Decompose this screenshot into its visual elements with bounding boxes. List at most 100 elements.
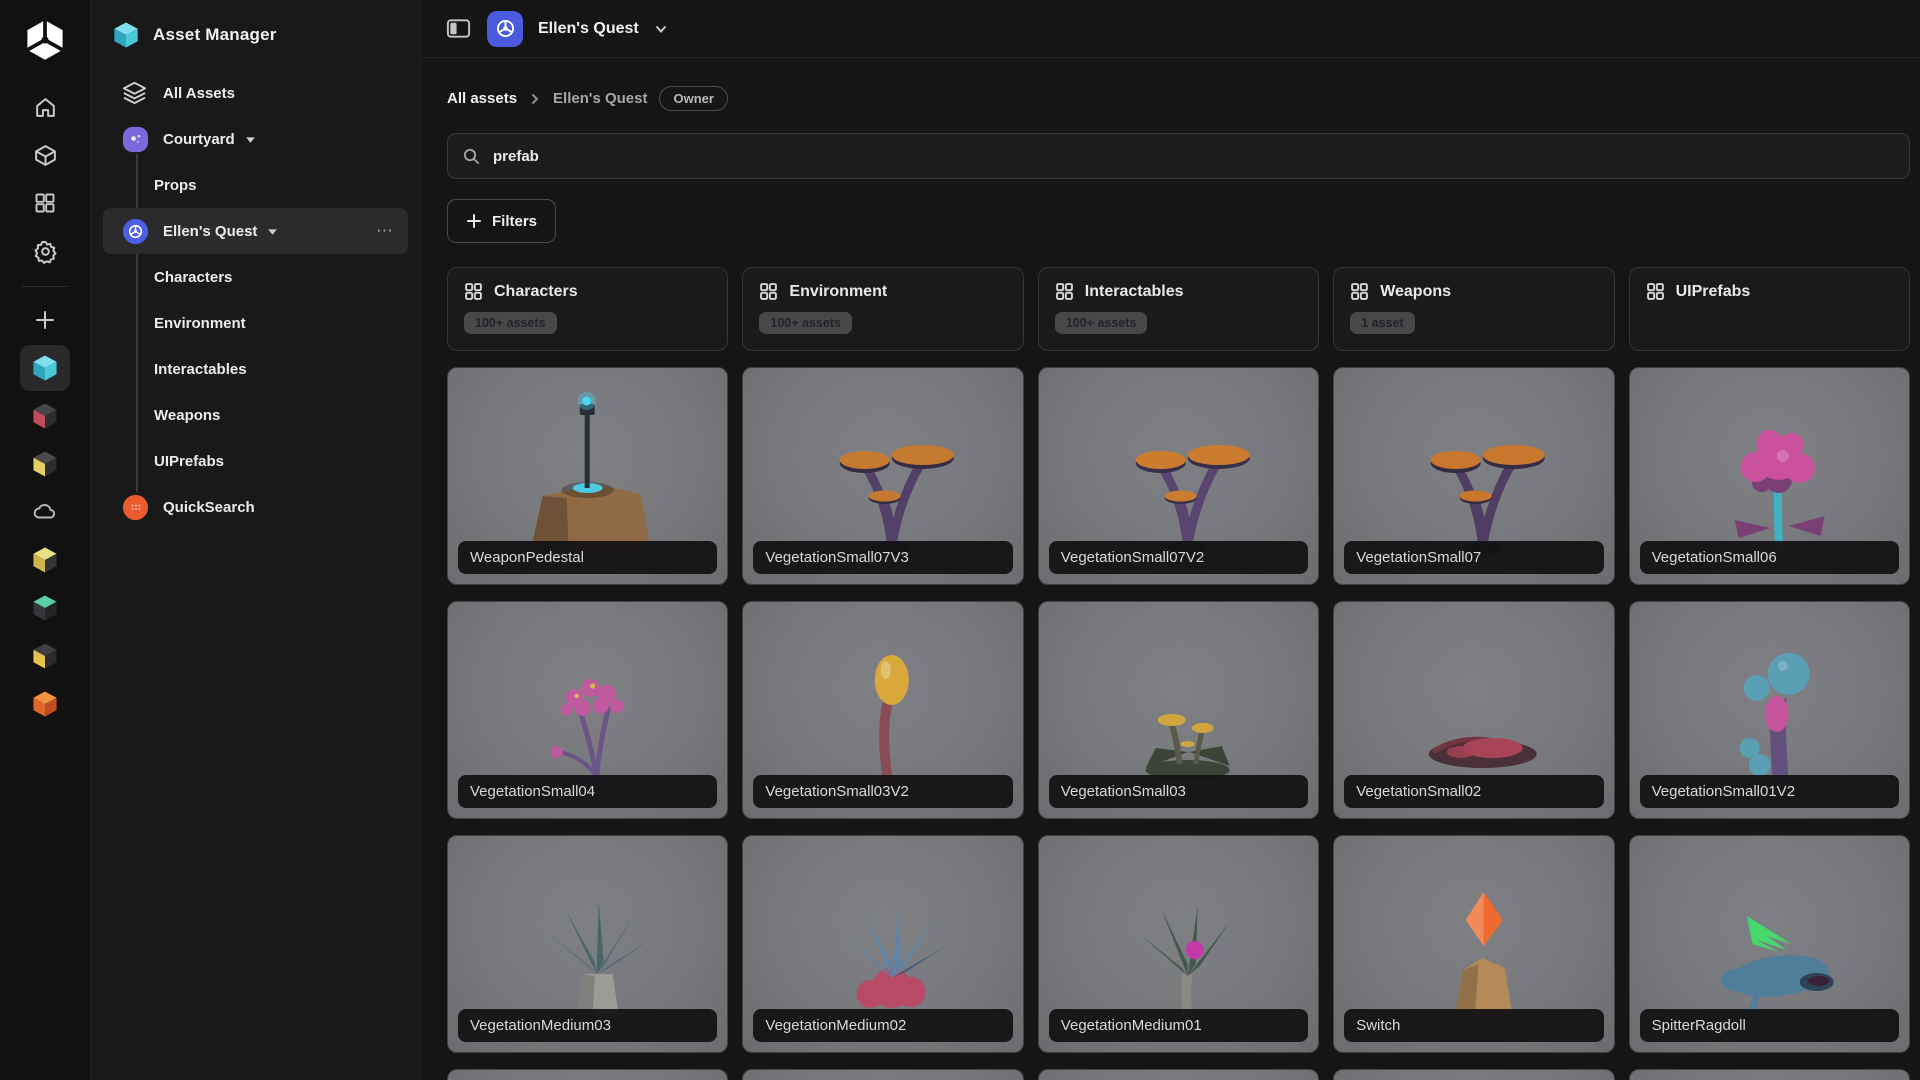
cube-icon[interactable] xyxy=(20,132,70,178)
sidebar-item-ellen-s-quest[interactable]: Ellen's Quest ⋯ xyxy=(103,208,408,254)
asset-tile-partial[interactable] xyxy=(1628,1069,1910,1080)
asset-tile-partial[interactable] xyxy=(1333,1069,1615,1080)
project-green-cube[interactable] xyxy=(20,585,70,631)
grid-icon[interactable] xyxy=(20,180,70,226)
sidebar-item-interactables[interactable]: Interactables xyxy=(103,346,408,392)
grid-collection-icon xyxy=(760,283,778,300)
caret-down-icon[interactable] xyxy=(266,225,279,238)
sidebar-item-courtyard[interactable]: Courtyard xyxy=(103,116,408,162)
tree-item-label: Ellen's Quest xyxy=(163,222,258,240)
asset-manager-icon xyxy=(111,20,141,50)
home-icon[interactable] xyxy=(20,84,70,130)
category-card-interactables[interactable]: Interactables 100+ assets xyxy=(1037,267,1320,351)
panel-toggle-icon[interactable] xyxy=(445,15,472,42)
asset-label: VegetationSmall03 xyxy=(1048,775,1309,808)
project-stripe-cube[interactable] xyxy=(20,633,70,679)
sidebar-item-props[interactable]: Props xyxy=(103,162,408,208)
sidebar-item-environment[interactable]: Environment xyxy=(103,300,408,346)
project-cloud[interactable] xyxy=(20,489,70,535)
asset-tile-vegetationsmall06[interactable]: VegetationSmall06 xyxy=(1628,367,1910,585)
project-yellow-cube[interactable] xyxy=(20,537,70,583)
asset-tile-vegetationsmall02[interactable]: VegetationSmall02 xyxy=(1333,601,1615,819)
topbar: Ellen's Quest xyxy=(421,0,1920,58)
project-switcher[interactable]: Ellen's Quest xyxy=(538,20,639,38)
asset-tile-vegetationmedium01[interactable]: VegetationMedium01 xyxy=(1037,835,1320,1053)
plus-icon xyxy=(467,214,481,228)
asset-tile-vegetationsmall04[interactable]: VegetationSmall04 xyxy=(447,601,729,819)
asset-thumbnail xyxy=(743,1070,1022,1080)
search-project-icon xyxy=(121,493,150,522)
asset-label: VegetationSmall03V2 xyxy=(753,775,1013,808)
asset-label: VegetationSmall02 xyxy=(1344,775,1604,808)
asset-tile-spitterragdoll[interactable]: SpitterRagdoll xyxy=(1628,835,1910,1053)
project-dark-yellow-cube[interactable] xyxy=(20,441,70,487)
asset-tile-vegetationsmall07v2[interactable]: VegetationSmall07V2 xyxy=(1037,367,1320,585)
asset-label: VegetationMedium02 xyxy=(753,1009,1013,1042)
search-bar xyxy=(447,133,1910,179)
breadcrumb-current: Ellen's Quest xyxy=(553,90,648,107)
breadcrumb: All assets Ellen's Quest Owner xyxy=(447,86,1910,111)
project-dark-red-cube[interactable] xyxy=(20,393,70,439)
chevron-right-icon xyxy=(529,92,541,106)
asset-tile-partial[interactable] xyxy=(742,1069,1024,1080)
filters-button[interactable]: Filters xyxy=(447,199,557,243)
tree-item-label: Weapons xyxy=(154,406,221,424)
asset-grid: WeaponPedestal VegetationSmall07V3 Veget… xyxy=(447,367,1910,1080)
category-card-characters[interactable]: Characters 100+ assets xyxy=(447,267,729,351)
rail-projects xyxy=(20,345,70,729)
asset-label: SpitterRagdoll xyxy=(1639,1009,1899,1042)
asset-tile-partial[interactable] xyxy=(447,1069,729,1080)
sidebar-item-characters[interactable]: Characters xyxy=(103,254,408,300)
sidebar-item-quicksearch[interactable]: QuickSearch xyxy=(103,484,408,530)
asset-count-badge: 100+ assets xyxy=(1054,312,1148,334)
project-badge-icon[interactable] xyxy=(487,10,523,47)
asset-tile-vegetationsmall07v3[interactable]: VegetationSmall07V3 xyxy=(742,367,1024,585)
tree-item-label: QuickSearch xyxy=(163,498,255,516)
sidebar: Asset Manager All Assets Courtyard Props… xyxy=(91,0,421,1080)
asset-tile-partial[interactable] xyxy=(1037,1069,1320,1080)
asset-tile-vegetationmedium03[interactable]: VegetationMedium03 xyxy=(447,835,729,1053)
breadcrumb-all-assets[interactable]: All assets xyxy=(447,90,517,107)
tree-item-label: Interactables xyxy=(154,360,247,378)
asset-manager-app: Asset Manager All Assets Courtyard Props… xyxy=(0,0,1920,1080)
asset-tile-vegetationsmall01v2[interactable]: VegetationSmall01V2 xyxy=(1628,601,1910,819)
sidebar-item-all-assets[interactable]: All Assets xyxy=(103,70,408,116)
more-options-icon[interactable]: ⋯ xyxy=(376,222,394,239)
project-orange-cube[interactable] xyxy=(20,681,70,727)
add-project-button[interactable] xyxy=(20,297,70,343)
sidebar-tree: All Assets Courtyard Props Ellen's Quest… xyxy=(103,70,408,530)
asset-label: WeaponPedestal xyxy=(458,541,718,574)
asset-tile-vegetationsmall03v2[interactable]: VegetationSmall03V2 xyxy=(742,601,1024,819)
tree-item-label: Courtyard xyxy=(163,130,235,148)
asset-tile-switch[interactable]: Switch xyxy=(1333,835,1615,1053)
asset-tile-vegetationsmall03[interactable]: VegetationSmall03 xyxy=(1037,601,1320,819)
asset-label: VegetationMedium03 xyxy=(458,1009,718,1042)
filters-label: Filters xyxy=(492,212,538,230)
category-card-uiprefabs[interactable]: UIPrefabs xyxy=(1628,267,1910,351)
grid-collection-icon xyxy=(1351,283,1369,300)
category-card-weapons[interactable]: Weapons 1 asset xyxy=(1333,267,1615,351)
project-icon xyxy=(121,217,150,246)
caret-down-icon[interactable] xyxy=(244,133,257,146)
gear-icon[interactable] xyxy=(20,228,70,274)
tree-item-label: Environment xyxy=(154,314,246,332)
unity-logo[interactable] xyxy=(21,16,69,64)
sidebar-header: Asset Manager xyxy=(103,14,408,70)
asset-thumbnail xyxy=(1334,1070,1613,1080)
sidebar-item-weapons[interactable]: Weapons xyxy=(103,392,408,438)
asset-tile-weaponpedestal[interactable]: WeaponPedestal xyxy=(447,367,729,585)
asset-count-badge: 1 asset xyxy=(1350,312,1415,334)
asset-label: VegetationSmall07V2 xyxy=(1048,541,1309,574)
asset-label: VegetationSmall01V2 xyxy=(1639,775,1899,808)
asset-tile-vegetationmedium02[interactable]: VegetationMedium02 xyxy=(742,835,1024,1053)
tree-item-label: All Assets xyxy=(163,84,235,102)
sidebar-item-uiprefabs[interactable]: UIPrefabs xyxy=(103,438,408,484)
category-card-environment[interactable]: Environment 100+ assets xyxy=(742,267,1024,351)
asset-thumbnail xyxy=(448,1070,727,1080)
project-teal-cube[interactable] xyxy=(20,345,70,391)
owner-badge: Owner xyxy=(659,86,728,111)
chevron-down-icon[interactable] xyxy=(654,22,668,36)
search-input[interactable] xyxy=(491,146,1895,166)
asset-tile-vegetationsmall07[interactable]: VegetationSmall07 xyxy=(1333,367,1615,585)
main-area: Ellen's Quest All assets Ellen's Quest O… xyxy=(421,0,1920,1080)
